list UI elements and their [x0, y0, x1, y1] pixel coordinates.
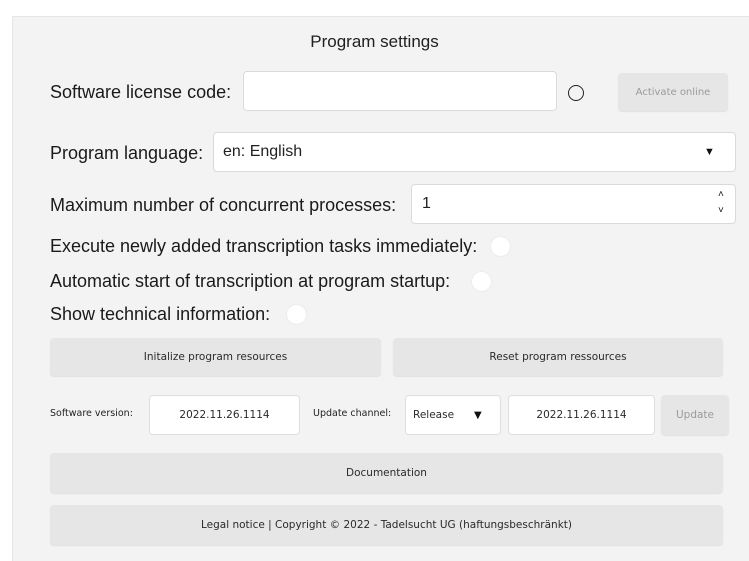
autostart-label: Automatic start of transcription at prog… [50, 271, 451, 291]
spin-up-icon[interactable]: ˄ [718, 190, 724, 200]
technical-info-toggle[interactable] [287, 305, 306, 324]
spin-down-icon[interactable]: ˅ [718, 206, 724, 216]
activate-online-button[interactable]: Activate online [618, 73, 728, 111]
initialize-resources-button[interactable]: Initalize program resources [50, 338, 381, 376]
reset-resources-button[interactable]: Reset program ressources [393, 338, 723, 376]
software-version-field: 2022.11.26.1114 [149, 395, 300, 435]
page-title: Program settings [310, 32, 439, 51]
caret-down-icon: ▼ [704, 146, 715, 158]
update-button[interactable]: Update [661, 395, 729, 435]
technical-info-label: Show technical information: [50, 304, 271, 324]
update-channel-label: Update channel: [313, 408, 392, 419]
autostart-toggle[interactable] [472, 272, 491, 291]
license-code-label: Software license code: [50, 82, 232, 102]
max-processes-label: Maximum number of concurrent processes: [50, 195, 397, 215]
latest-version-field: 2022.11.26.1114 [508, 395, 655, 435]
legal-notice-button[interactable]: Legal notice | Copyright © 2022 - Tadels… [50, 505, 723, 545]
software-version-label: Software version: [50, 408, 133, 419]
caret-down-icon: ▼ [474, 409, 482, 421]
program-language-label: Program language: [50, 143, 204, 163]
execute-immediately-toggle[interactable] [491, 237, 510, 256]
max-processes-input[interactable]: 1 ˄ ˅ [411, 184, 736, 224]
documentation-button[interactable]: Documentation [50, 453, 723, 493]
program-language-value: en: English [223, 143, 303, 160]
license-code-input[interactable] [243, 71, 557, 111]
update-channel-select[interactable]: Release ▼ [405, 395, 501, 435]
license-status-icon [568, 85, 584, 101]
max-processes-value: 1 [422, 195, 431, 212]
program-language-select[interactable]: en: English ▼ [213, 132, 736, 172]
update-channel-value: Release [413, 409, 455, 421]
execute-immediately-label: Execute newly added transcription tasks … [50, 236, 478, 256]
